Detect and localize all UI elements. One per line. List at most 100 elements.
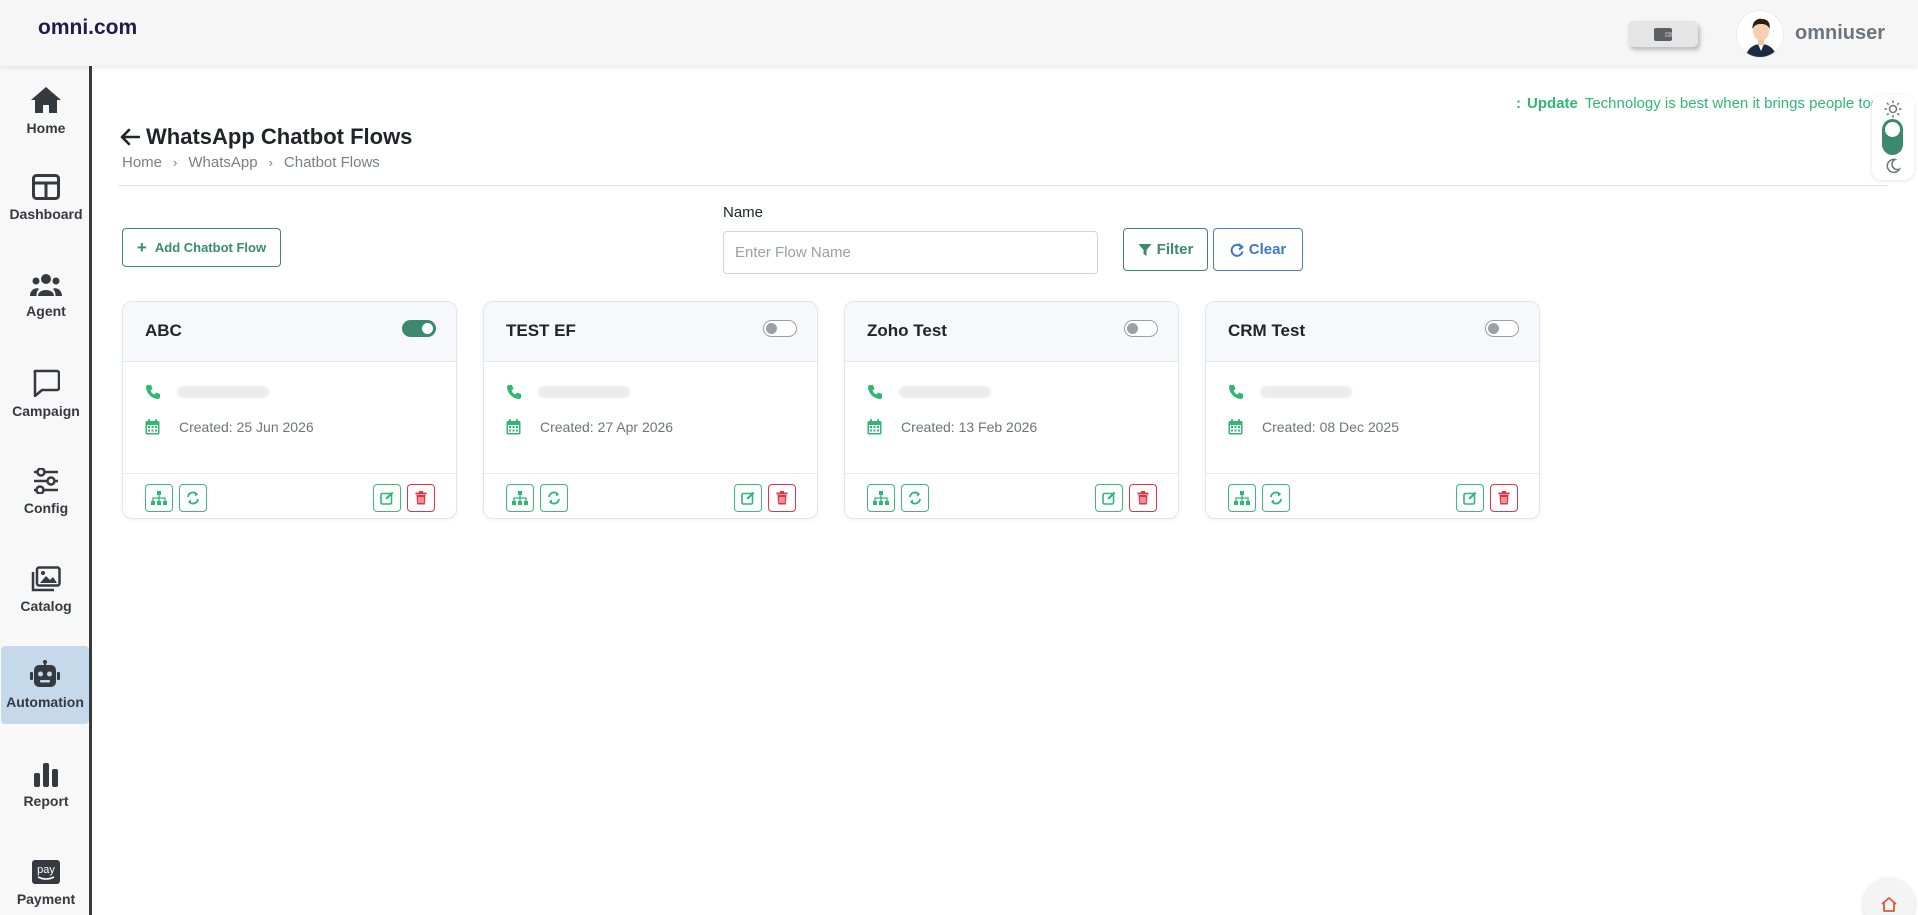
breadcrumb-whatsapp[interactable]: WhatsApp (188, 154, 257, 171)
sidebar-item-agent[interactable]: Agent (0, 257, 92, 335)
delete-flow-button[interactable] (1490, 484, 1518, 512)
flow-card-actions (1206, 474, 1539, 518)
phone-icon (1229, 385, 1243, 399)
edit-icon (741, 491, 755, 505)
wallet-button[interactable] (1628, 21, 1698, 47)
flow-created-row: Created: 25 Jun 2026 (145, 419, 314, 435)
sliders-icon (34, 468, 58, 494)
theme-toggle-switch[interactable] (1882, 119, 1903, 155)
sidebar-item-label: Campaign (12, 403, 80, 419)
ticker-prefix: : (1516, 94, 1521, 112)
filter-button[interactable]: Filter (1123, 228, 1208, 271)
flow-created-date: Created: 08 Dec 2025 (1262, 419, 1399, 435)
sidebar-item-label: Agent (26, 303, 66, 319)
sidebar-item-label: Dashboard (9, 206, 83, 222)
flow-status-toggle[interactable] (1485, 320, 1519, 337)
sidebar-item-label: Payment (16, 891, 76, 907)
flow-diagram-icon (873, 491, 889, 505)
flow-status-toggle[interactable] (402, 320, 436, 337)
sidebar-item-dashboard[interactable]: Dashboard (0, 159, 92, 237)
sidebar-item-home[interactable]: Home (0, 72, 92, 150)
edit-flow-button[interactable] (373, 484, 401, 512)
calendar-icon (1228, 419, 1243, 435)
sync-icon (1270, 491, 1282, 505)
breadcrumb-home[interactable]: Home (122, 154, 162, 171)
sidebar-item-automation[interactable]: Automation (1, 646, 89, 724)
images-icon (31, 566, 61, 592)
sun-icon (1884, 100, 1902, 118)
sidebar-item-label: Automation (6, 694, 84, 710)
delete-flow-button[interactable] (1129, 484, 1157, 512)
sidebar-item-label: Report (23, 793, 69, 809)
page-title-text: WhatsApp Chatbot Flows (146, 124, 413, 149)
sidebar-item-config[interactable]: Config (0, 453, 92, 531)
user-avatar[interactable] (1736, 10, 1784, 58)
flow-created-row: Created: 13 Feb 2026 (867, 419, 1037, 435)
flow-status-toggle[interactable] (763, 320, 797, 337)
toggle-knob (422, 323, 433, 334)
theme-toggle-knob (1885, 122, 1900, 137)
delete-flow-button[interactable] (768, 484, 796, 512)
flow-created-row: Created: 08 Dec 2025 (1228, 419, 1399, 435)
amazon-pay-icon: pay (32, 860, 60, 884)
edit-flow-button[interactable] (734, 484, 762, 512)
flow-diagram-icon (512, 491, 528, 505)
flow-card-body: Created: 08 Dec 2025 (1206, 362, 1539, 474)
phone-number-redacted (177, 386, 269, 398)
flow-name-input[interactable] (723, 231, 1098, 274)
sidebar-item-label: Home (26, 120, 66, 136)
edit-flow-button[interactable] (1095, 484, 1123, 512)
back-arrow-icon[interactable] (120, 128, 140, 146)
phone-icon (146, 385, 160, 399)
edit-flow-button[interactable] (1456, 484, 1484, 512)
sync-icon (909, 491, 921, 505)
breadcrumb-separator-icon: › (173, 155, 178, 170)
sidebar-item-label: Catalog (20, 598, 72, 614)
clear-label: Clear (1248, 241, 1287, 258)
flow-card-title: TEST EF (506, 321, 576, 340)
flow-phone-row (1228, 384, 1352, 400)
flow-status-toggle[interactable] (1124, 320, 1158, 337)
trash-icon (1137, 491, 1149, 505)
brand-logo[interactable]: omni.com (38, 16, 137, 40)
flow-phone-row (145, 384, 269, 400)
sidebar-item-report[interactable]: Report (0, 746, 92, 824)
sync-icon (548, 491, 560, 505)
sync-flow-button[interactable] (179, 484, 207, 512)
users-icon (30, 274, 62, 296)
dashboard-icon (32, 174, 60, 200)
phone-number-redacted (1260, 386, 1352, 398)
phone-number-redacted (538, 386, 630, 398)
moon-icon (1886, 158, 1901, 174)
flow-card: ABC Created: 25 Jun 2026 (122, 301, 457, 519)
view-flow-button[interactable] (867, 484, 895, 512)
sidebar: Home Dashboard Agent Campaign Config Cat… (0, 66, 92, 915)
ticker-text: Technology is best when it brings people… (1584, 94, 1880, 112)
view-flow-button[interactable] (145, 484, 173, 512)
theme-switcher[interactable] (1872, 95, 1914, 180)
clear-button[interactable]: Clear (1213, 228, 1303, 271)
flow-created-date: Created: 13 Feb 2026 (901, 419, 1038, 435)
filter-label: Filter (1156, 241, 1194, 258)
sync-flow-button[interactable] (540, 484, 568, 512)
toggle-knob (766, 323, 777, 334)
header-divider (118, 185, 1888, 186)
flow-diagram-icon (1234, 491, 1250, 505)
user-avatar-icon (1745, 18, 1777, 57)
sync-flow-button[interactable] (901, 484, 929, 512)
flow-diagram-icon (151, 491, 167, 505)
view-flow-button[interactable] (1228, 484, 1256, 512)
sync-flow-button[interactable] (1262, 484, 1290, 512)
sidebar-item-catalog[interactable]: Catalog (0, 551, 92, 629)
delete-flow-button[interactable] (407, 484, 435, 512)
sidebar-item-payment[interactable]: pay Payment (0, 844, 92, 915)
home-floating-button[interactable] (1863, 878, 1915, 915)
flow-card-body: Created: 13 Feb 2026 (845, 362, 1178, 474)
view-flow-button[interactable] (506, 484, 534, 512)
sidebar-item-campaign[interactable]: Campaign (0, 355, 92, 433)
flow-card: CRM Test Created: 08 Dec 2025 (1205, 301, 1540, 519)
flow-card-header: CRM Test (1206, 302, 1539, 362)
add-chatbot-flow-button[interactable]: + Add Chatbot Flow (122, 228, 281, 267)
user-name[interactable]: omniuser (1795, 22, 1885, 45)
flow-card-body: Created: 27 Apr 2026 (484, 362, 817, 474)
